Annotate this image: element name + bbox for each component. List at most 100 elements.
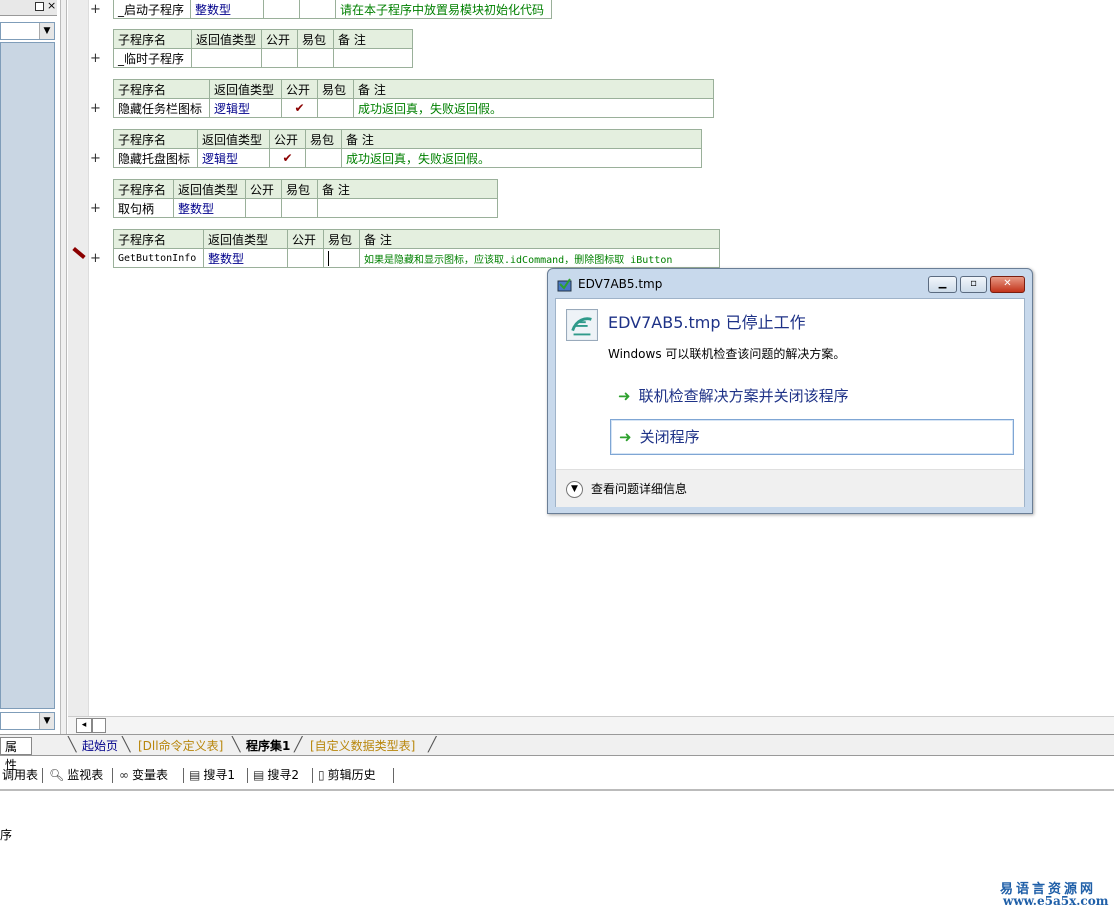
arrow-right-icon: ➜ (618, 387, 631, 405)
proc-pack[interactable] (317, 98, 354, 118)
maximize-button[interactable]: ▫ (960, 276, 987, 293)
toolbar-separator (183, 768, 184, 783)
toolbar-separator (312, 768, 313, 783)
chevron-down-icon[interactable]: ▼ (39, 23, 54, 39)
col-note-header: 备 注 (341, 129, 702, 149)
col-note-header: 备 注 (333, 29, 413, 49)
editor-gutter (68, 0, 89, 716)
proc-public[interactable] (287, 248, 324, 268)
toolbar-separator (112, 768, 113, 783)
expand-icon[interactable]: + (90, 251, 101, 266)
proc-name[interactable]: GetButtonInfo (113, 248, 204, 268)
dialog-footer: ▼ 查看问题详细信息 (556, 469, 1024, 507)
close-icon[interactable]: × (47, 0, 56, 12)
close-button[interactable]: ✕ (990, 276, 1025, 293)
arrow-right-icon: ➜ (619, 428, 632, 446)
proc-pack[interactable] (297, 48, 334, 68)
expand-icon[interactable]: + (90, 51, 101, 66)
glasses-icon: ∞ (119, 768, 129, 782)
tab-program-set[interactable]: 程序集1 (242, 737, 294, 755)
proc-name[interactable]: _临时子程序 (113, 48, 192, 68)
expand-icon[interactable]: + (90, 151, 101, 166)
proc-type[interactable]: 整数型 (173, 198, 246, 218)
proc-public[interactable] (263, 0, 300, 19)
chevron-down-icon[interactable]: ▼ (39, 713, 54, 729)
close-program-label: 关闭程序 (639, 428, 700, 446)
scroll-thumb[interactable] (92, 718, 106, 733)
watch-label: 监视表 (67, 768, 104, 782)
scroll-left-icon[interactable]: ◂ (76, 718, 92, 733)
proc-pack[interactable] (299, 0, 336, 19)
search1-button[interactable]: ▤ 搜寻1 (189, 766, 235, 784)
tab-separator: ╲ (122, 737, 131, 753)
col-pack-header: 易包 (317, 79, 354, 99)
proc-name[interactable]: 隐藏任务栏图标 (113, 98, 210, 118)
proc-pack[interactable] (305, 148, 342, 168)
proc-note[interactable] (317, 198, 498, 218)
proc-pack[interactable] (281, 198, 318, 218)
search-list-icon: ▤ (253, 768, 265, 782)
variables-label: 变量表 (132, 768, 169, 782)
expand-icon[interactable]: + (90, 2, 101, 17)
procedure-table: _启动子程序 整数型 请在本子程序中放置易模块初始化代码 (113, 0, 552, 19)
tab-start-page[interactable]: 起始页 (78, 737, 122, 755)
proc-public[interactable]: ✔ (269, 148, 306, 168)
magnifier-icon: 🔍︎ (49, 768, 65, 782)
search2-button[interactable]: ▤ 搜寻2 (253, 766, 299, 784)
proc-pack[interactable] (323, 248, 360, 268)
proc-name[interactable]: _启动子程序 (113, 0, 191, 19)
proc-public[interactable] (245, 198, 282, 218)
tab-dll-commands[interactable]: [Dll命令定义表] (134, 737, 227, 755)
col-public-header: 公开 (245, 179, 282, 199)
tab-separator: ╲ (68, 737, 77, 753)
text-cursor (328, 250, 329, 266)
col-name-header: 子程序名 (113, 129, 198, 149)
chevron-down-icon[interactable]: ▼ (566, 481, 583, 498)
proc-note[interactable]: 成功返回真，失败返回假。 (353, 98, 714, 118)
watch-button[interactable]: 🔍︎ 监视表 (49, 766, 103, 784)
tab-custom-datatypes[interactable]: [自定义数据类型表] (306, 737, 419, 755)
col-type-header: 返回值类型 (197, 129, 270, 149)
col-public-header: 公开 (269, 129, 306, 149)
proc-note[interactable] (333, 48, 413, 68)
tab-properties[interactable]: 属性 (0, 737, 32, 772)
proc-note[interactable]: 请在本子程序中放置易模块初始化代码 (335, 0, 552, 19)
pin-icon[interactable] (35, 2, 44, 11)
check-online-option[interactable]: ➜ 联机检查解决方案并关闭该程序 (610, 379, 1014, 415)
watermark-url: www.e5a5x.com (1003, 894, 1109, 908)
proc-public[interactable] (261, 48, 298, 68)
col-type-header: 返回值类型 (209, 79, 282, 99)
program-icon (566, 309, 598, 341)
app-icon (557, 278, 572, 292)
col-type-header: 返回值类型 (173, 179, 246, 199)
object-combo[interactable]: ▼ (0, 22, 55, 40)
proc-type[interactable]: 逻辑型 (197, 148, 270, 168)
proc-note[interactable]: 成功返回真，失败返回假。 (341, 148, 702, 168)
clip-history-button[interactable]: ▯ 剪辑历史 (318, 766, 376, 784)
bottom-combo[interactable]: ▼ (0, 712, 55, 730)
proc-type[interactable]: 逻辑型 (209, 98, 282, 118)
variables-button[interactable]: ∞ 变量表 (119, 766, 168, 784)
expand-icon[interactable]: + (90, 101, 101, 116)
proc-public[interactable]: ✔ (281, 98, 318, 118)
horizontal-scrollbar[interactable]: ◂ (68, 716, 1114, 734)
expand-icon[interactable]: + (90, 201, 101, 216)
proc-name[interactable]: 隐藏托盘图标 (113, 148, 198, 168)
view-details-toggle[interactable]: ▼ 查看问题详细信息 (566, 480, 687, 498)
col-pack-header: 易包 (281, 179, 318, 199)
splitter[interactable] (60, 0, 67, 735)
proc-type[interactable] (191, 48, 262, 68)
col-name-header: 子程序名 (113, 29, 192, 49)
close-program-option[interactable]: ➜ 关闭程序 (610, 419, 1014, 455)
property-list[interactable] (0, 42, 55, 709)
proc-name[interactable]: 取句柄 (113, 198, 174, 218)
col-pack-header: 易包 (297, 29, 334, 49)
proc-type[interactable]: 整数型 (190, 0, 264, 19)
proc-type[interactable]: 整数型 (203, 248, 288, 268)
tab-bar: 属性 ╲ 起始页 ╲ [Dll命令定义表] ╲ 程序集1 ╱ [自定义数据类型表… (0, 734, 1114, 772)
call-table-button[interactable]: 调用表 (2, 766, 38, 784)
view-details-label: 查看问题详细信息 (591, 482, 688, 496)
minimize-button[interactable]: ▁ (928, 276, 957, 293)
col-pack-header: 易包 (323, 229, 360, 249)
proc-note[interactable]: 如果是隐藏和显示图标，应该取.idCommand，删除图标取 iButton (359, 248, 720, 268)
